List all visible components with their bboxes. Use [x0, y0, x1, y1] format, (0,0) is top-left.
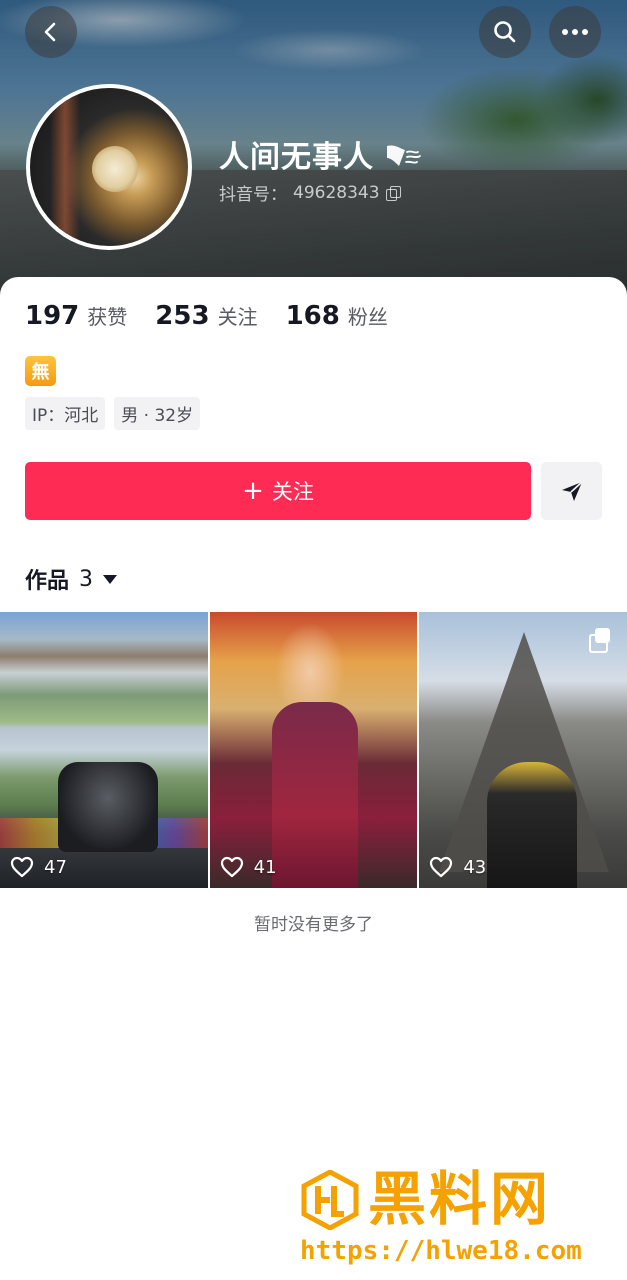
like-count: 47 [10, 856, 67, 878]
thumb-figure [271, 702, 358, 888]
bio-emoji: 無 [25, 356, 56, 386]
work-thumbnail[interactable]: 43 [419, 612, 627, 888]
username-text: 人间无事人 [219, 140, 374, 175]
stat-following[interactable]: 253 关注 [155, 301, 257, 331]
douyin-id-value: 49628343 [293, 182, 380, 203]
like-count-value: 47 [44, 856, 67, 878]
stat-likes-value: 197 [25, 301, 80, 331]
douyin-id-label: 抖音号： [219, 185, 287, 205]
stat-following-label: 关注 [217, 305, 258, 329]
work-thumbnail[interactable]: 41 [209, 612, 418, 888]
back-icon [44, 22, 56, 42]
username: 人间无事人 [219, 132, 423, 176]
search-button[interactable] [479, 6, 531, 58]
avatar-clock [92, 146, 138, 192]
wind-flag-icon [387, 145, 422, 166]
stat-followers-value: 168 [285, 301, 340, 331]
follow-button[interactable]: + 关注 [25, 462, 531, 520]
heart-icon [430, 856, 453, 878]
like-count-value: 43 [463, 856, 487, 878]
stat-followers-label: 粉丝 [347, 305, 388, 329]
more-button[interactable] [549, 6, 601, 58]
like-count: 43 [429, 856, 486, 878]
watermark: 黑料网 https://hlwe18.com [300, 1166, 620, 1276]
stats-row: 197 获赞 253 关注 168 粉丝 [25, 301, 416, 331]
copy-icon[interactable] [385, 185, 401, 201]
stat-following-value: 253 [155, 301, 210, 331]
search-icon [494, 21, 516, 43]
profile-tags: IP：河北 男 · 32岁 [25, 397, 201, 430]
tag-ip: IP：河北 [25, 397, 106, 430]
message-button[interactable] [541, 462, 602, 520]
profile-card: 197 获赞 253 关注 168 粉丝 無 IP：河北 男 · 32岁 + 关… [0, 277, 627, 1280]
work-thumbnail[interactable]: 47 [0, 612, 208, 888]
avatar-tower [50, 88, 80, 246]
stat-likes-label: 获赞 [87, 305, 128, 329]
douyin-id: 抖音号： 49628343 [219, 180, 401, 205]
works-tab[interactable]: 作品 3 [25, 563, 118, 595]
works-grid: 47 41 43 [0, 612, 627, 888]
stat-followers[interactable]: 168 粉丝 [286, 301, 388, 331]
avatar[interactable] [26, 84, 192, 250]
more-icon [562, 29, 588, 35]
thumb-rider [487, 762, 578, 888]
watermark-url: https://hlwe18.com [300, 1236, 582, 1266]
watermark-logo-icon [301, 1170, 359, 1230]
heart-icon [220, 856, 243, 878]
watermark-title: 黑料网 [368, 1165, 552, 1233]
end-of-list-text: 暂时没有更多了 [254, 915, 373, 935]
plus-icon: + [242, 476, 264, 506]
like-count-value: 41 [253, 856, 277, 878]
back-button[interactable] [25, 6, 77, 58]
follow-label: 关注 [271, 480, 314, 504]
caret-down-icon [103, 574, 118, 584]
stat-likes[interactable]: 197 获赞 [25, 301, 127, 331]
works-count: 3 [79, 566, 94, 592]
send-icon [561, 481, 583, 501]
multi-image-icon [589, 628, 611, 653]
heart-icon [10, 856, 34, 878]
like-count: 41 [220, 856, 277, 878]
thumb-vehicle [58, 762, 158, 852]
tag-gender-age: 男 · 32岁 [114, 397, 201, 430]
works-title: 作品 [25, 569, 70, 594]
